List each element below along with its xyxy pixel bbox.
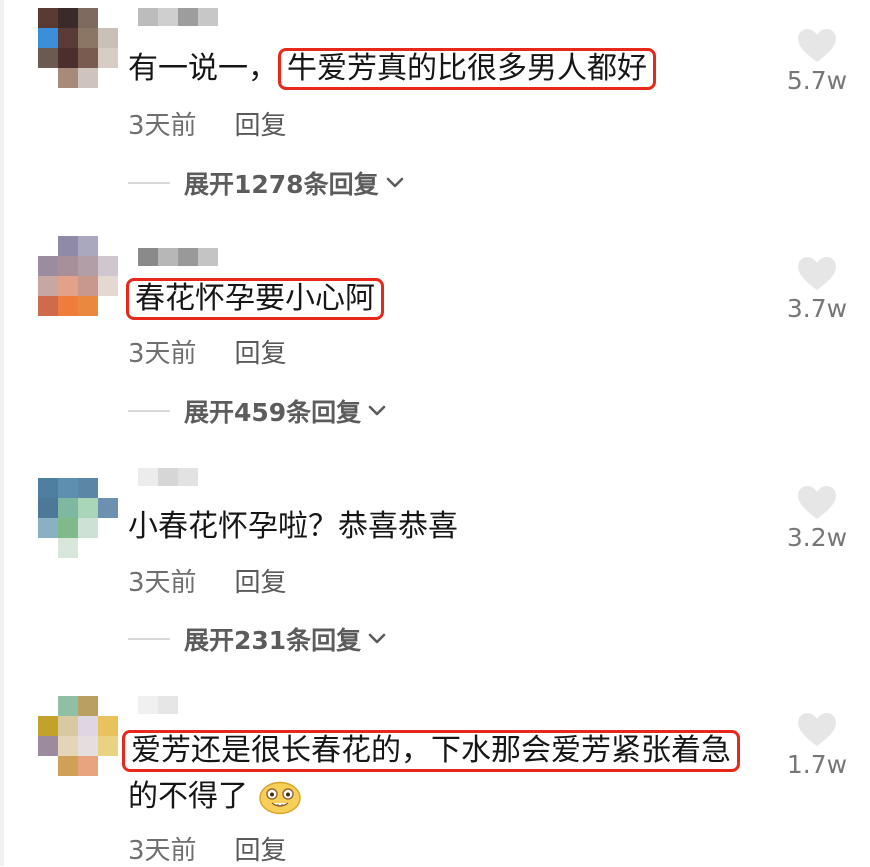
divider-dash [128, 410, 170, 412]
timestamp: 3天前 [128, 836, 197, 866]
heart-icon [798, 486, 836, 519]
comment-text-continuation: 的不得了 [128, 778, 302, 816]
left-edge-divider [0, 0, 4, 866]
comment-meta: 3天前 回复 [128, 105, 287, 142]
timestamp: 3天前 [128, 339, 197, 369]
timestamp: 3天前 [128, 568, 197, 598]
like-button[interactable]: 5.7w [786, 28, 848, 95]
like-button[interactable]: 3.2w [786, 485, 848, 552]
reply-button[interactable]: 回复 [235, 111, 287, 141]
comment-prefix: 有一说一， [128, 51, 278, 86]
like-button[interactable]: 3.7w [786, 256, 848, 323]
heart-icon [798, 713, 836, 746]
timestamp: 3天前 [128, 111, 197, 141]
avatar[interactable] [38, 236, 118, 316]
avatar[interactable] [38, 468, 118, 558]
like-count: 3.2w [786, 523, 848, 552]
reply-button[interactable]: 回复 [235, 339, 287, 369]
chevron-down-icon [386, 177, 403, 188]
like-count: 3.7w [786, 294, 848, 323]
expand-replies-label: 展开231条回复 [184, 626, 362, 655]
expand-replies-label: 展开459条回复 [184, 398, 362, 427]
divider-dash [128, 182, 170, 184]
highlighted-text: 春花怀孕要小心阿 [126, 278, 384, 320]
like-button[interactable]: 1.7w [786, 712, 848, 779]
heart-icon [798, 29, 836, 62]
smiling-face-icon [258, 781, 301, 814]
reply-button[interactable]: 回复 [235, 568, 287, 598]
expand-replies-button[interactable]: 展开1278条回复 [128, 163, 405, 203]
comment-text: 有一说一， 牛爱芳真的比很多男人都好 [128, 48, 656, 90]
like-count: 5.7w [786, 66, 848, 95]
highlighted-text: 爱芳还是很长春花的，下水那会爱芳紧张着急 [122, 730, 740, 772]
expand-replies-button[interactable]: 展开459条回复 [128, 391, 387, 431]
expand-replies-button[interactable]: 展开231条回复 [128, 619, 387, 659]
comment-text: 春花怀孕要小心阿 [126, 278, 384, 320]
like-count: 1.7w [786, 750, 848, 779]
comment-meta: 3天前 回复 [128, 333, 287, 370]
comment-text: 爱芳还是很长春花的，下水那会爱芳紧张着急 [122, 730, 740, 772]
avatar[interactable] [38, 696, 118, 776]
avatar[interactable] [38, 8, 118, 88]
highlighted-text: 牛爱芳真的比很多男人都好 [278, 48, 656, 90]
chevron-down-icon [368, 405, 386, 416]
comment-line2-text: 的不得了 [128, 779, 248, 814]
comment-meta: 3天前 回复 [128, 562, 287, 599]
comment-plain-text: 小春花怀孕啦？恭喜恭喜 [128, 509, 458, 544]
comment-text: 小春花怀孕啦？恭喜恭喜 [128, 508, 458, 546]
heart-icon [798, 257, 836, 290]
comment-meta: 3天前 回复 [128, 830, 287, 867]
expand-replies-label: 展开1278条回复 [184, 170, 379, 199]
chevron-down-icon [368, 633, 386, 644]
reply-button[interactable]: 回复 [235, 836, 287, 866]
divider-dash [128, 638, 170, 640]
